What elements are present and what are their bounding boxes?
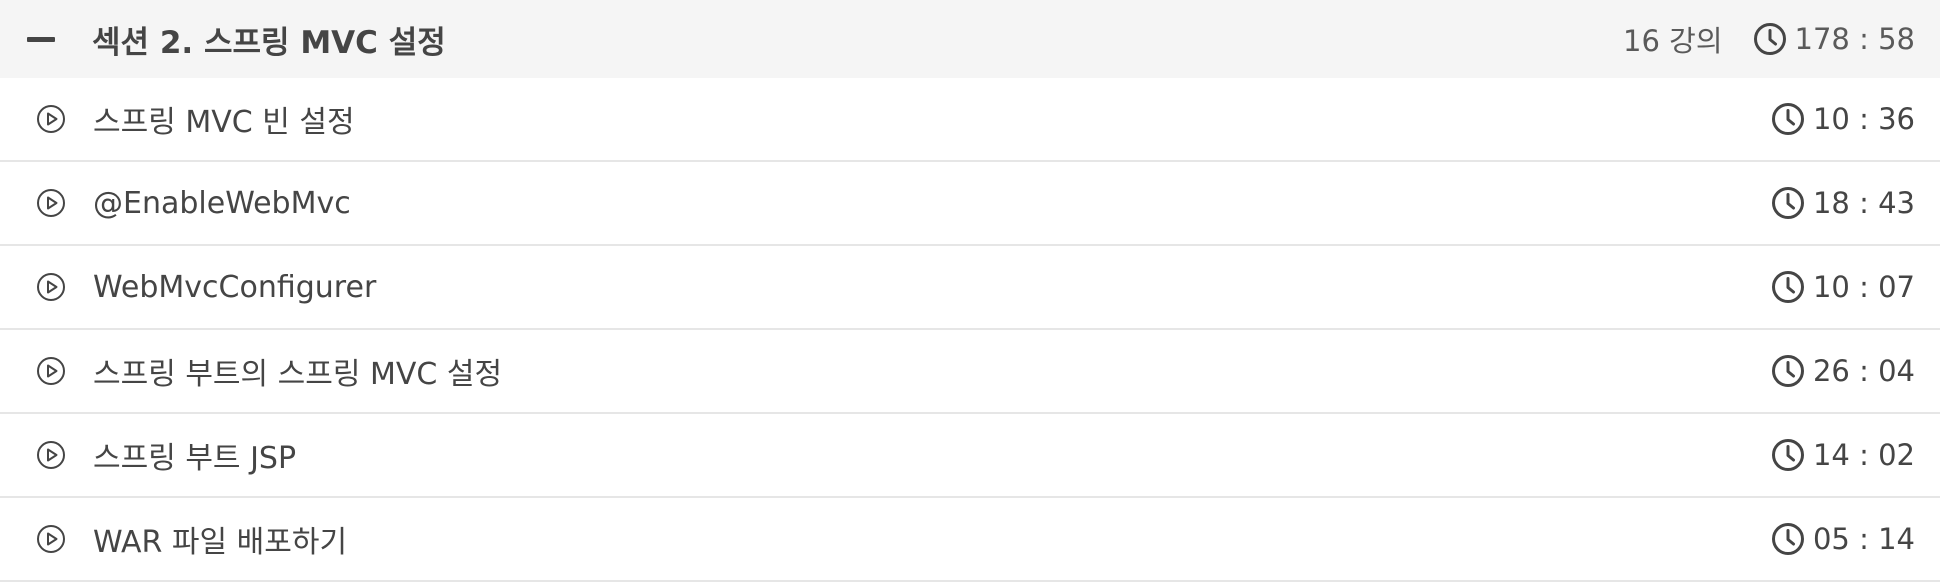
lecture-duration-text: 10 : 36: [1812, 102, 1915, 136]
clock-icon: [1771, 270, 1805, 304]
lecture-duration: 18 : 43: [1771, 186, 1915, 220]
lecture-row[interactable]: 스프링 MVC 빈 설정 10 : 36: [0, 78, 1940, 162]
lecture-duration-text: 14 : 02: [1812, 438, 1915, 472]
section-meta: 16 강의 178 : 58: [1623, 18, 1915, 60]
curriculum-section: 섹션 2. 스프링 MVC 설정 16 강의 178 : 58 스프링 MVC …: [0, 0, 1940, 582]
lecture-title[interactable]: 스프링 MVC 빈 설정: [93, 97, 1771, 141]
clock-icon: [1771, 186, 1805, 220]
clock-icon: [1771, 102, 1805, 136]
lecture-duration-text: 10 : 07: [1812, 270, 1915, 304]
section-total-duration: 178 : 58: [1794, 22, 1915, 56]
play-circle-icon: [36, 272, 66, 302]
play-circle-icon: [36, 188, 66, 218]
lecture-title[interactable]: 스프링 부트 JSP: [93, 433, 1771, 477]
lecture-duration-text: 05 : 14: [1812, 522, 1915, 556]
clock-icon: [1771, 354, 1805, 388]
lecture-list: 스프링 MVC 빈 설정 10 : 36 @EnableWebMvc 18: …: [0, 78, 1940, 582]
lecture-duration-text: 26 : 04: [1812, 354, 1915, 388]
lecture-row[interactable]: WAR 파일 배포하기 05 : 14: [0, 498, 1940, 582]
play-circle-icon: [36, 104, 66, 134]
lecture-row[interactable]: @EnableWebMvc 18 : 43: [0, 162, 1940, 246]
lecture-title[interactable]: 스프링 부트의 스프링 MVC 설정: [93, 349, 1771, 393]
lecture-duration: 10 : 36: [1771, 102, 1915, 136]
lecture-duration: 14 : 02: [1771, 438, 1915, 472]
lecture-row[interactable]: WebMvcConfigurer 10 : 07: [0, 246, 1940, 330]
clock-icon: [1771, 438, 1805, 472]
clock-icon: [1771, 522, 1805, 556]
lecture-title[interactable]: WebMvcConfigurer: [93, 270, 1771, 305]
lecture-row[interactable]: 스프링 부트의 스프링 MVC 설정 26 : 04: [0, 330, 1940, 414]
lecture-duration: 10 : 07: [1771, 270, 1915, 304]
clock-icon: [1753, 22, 1787, 56]
lecture-duration: 05 : 14: [1771, 522, 1915, 556]
play-circle-icon: [36, 356, 66, 386]
section-header[interactable]: 섹션 2. 스프링 MVC 설정 16 강의 178 : 58: [0, 0, 1940, 78]
minus-icon[interactable]: [26, 24, 56, 54]
lecture-row[interactable]: 스프링 부트 JSP 14 : 02: [0, 414, 1940, 498]
lecture-title[interactable]: WAR 파일 배포하기: [93, 517, 1771, 561]
lecture-duration-text: 18 : 43: [1812, 186, 1915, 220]
section-title: 섹션 2. 스프링 MVC 설정: [92, 24, 446, 61]
play-circle-icon: [36, 440, 66, 470]
lecture-title[interactable]: @EnableWebMvc: [93, 186, 1771, 221]
play-circle-icon: [36, 524, 66, 554]
lecture-duration: 26 : 04: [1771, 354, 1915, 388]
lecture-count: 16 강의: [1623, 24, 1723, 58]
